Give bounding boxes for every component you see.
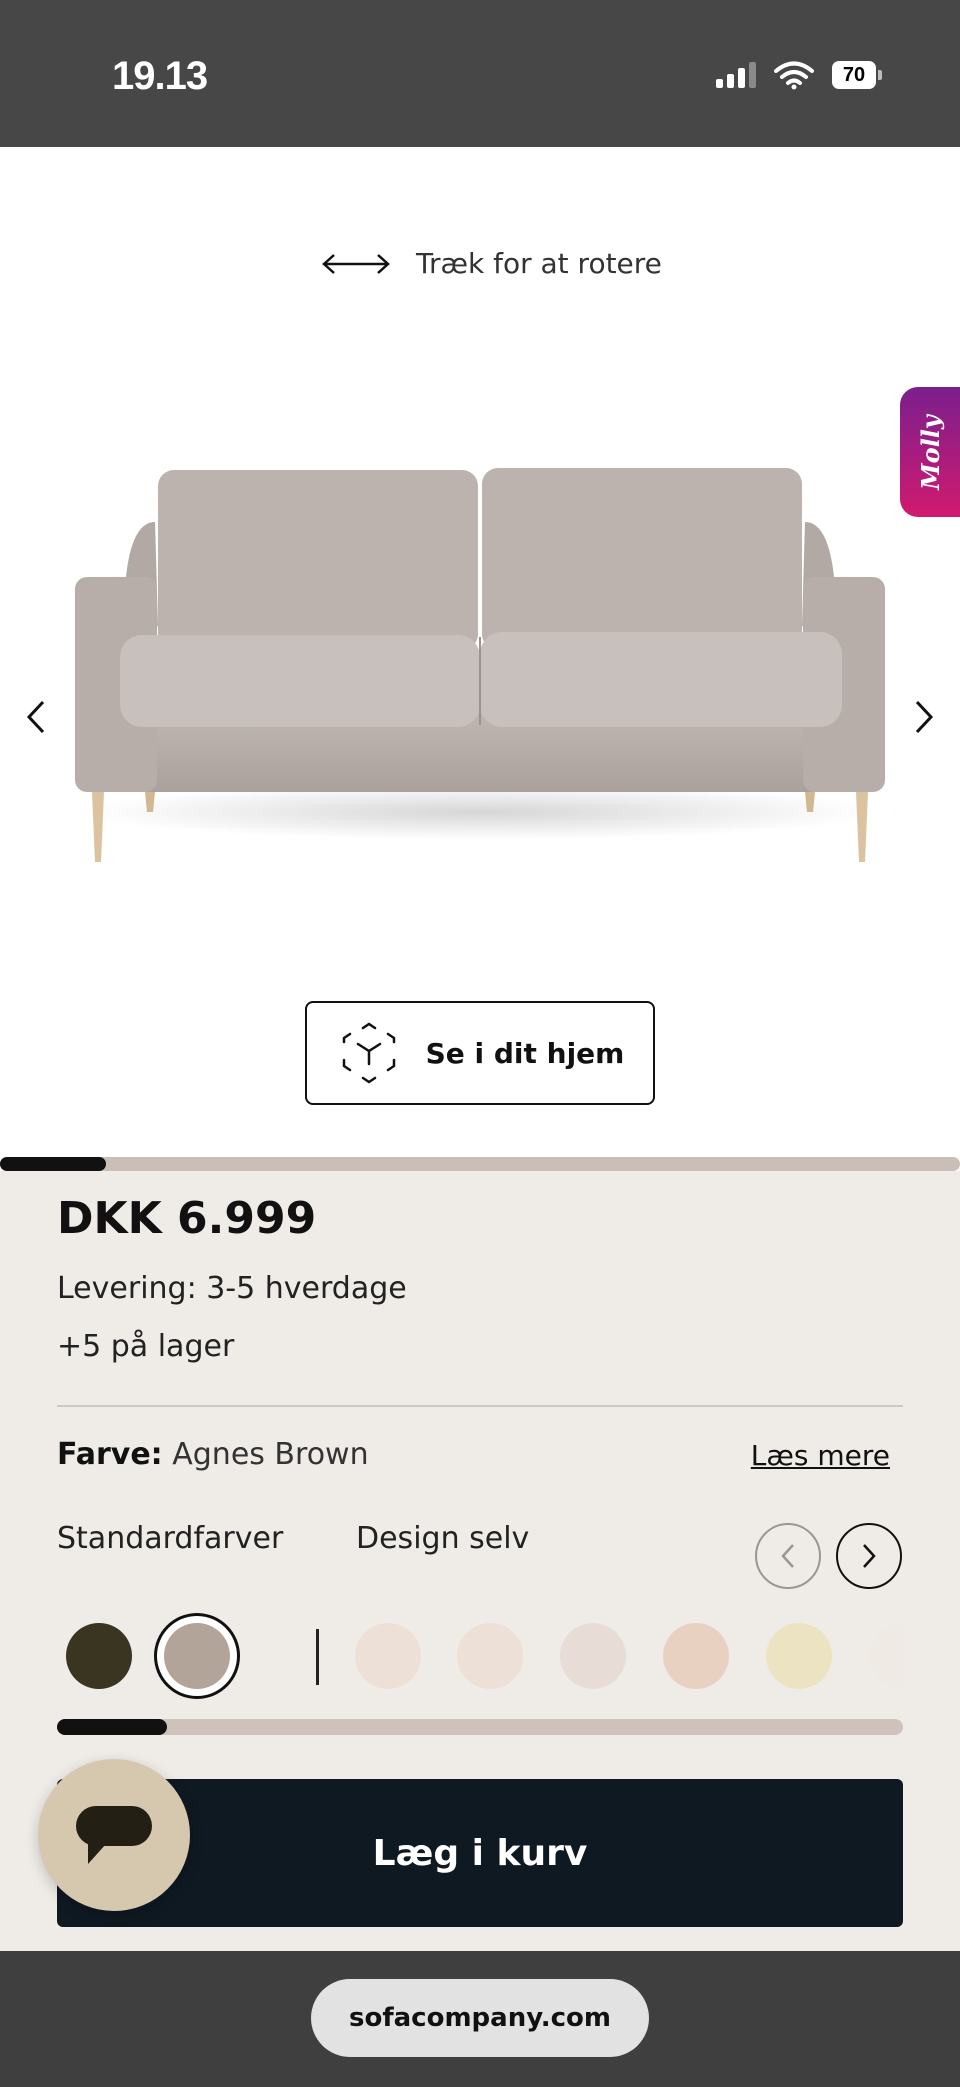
color-swatch[interactable] [457, 1623, 523, 1689]
wifi-icon [774, 61, 814, 90]
molly-chat-tab[interactable]: Molly [900, 387, 960, 517]
status-bar: 19.13 70 [0, 0, 960, 147]
selected-color-row: Farve: Agnes Brown [57, 1437, 369, 1472]
sofa-image [75, 468, 885, 862]
image-carousel-progress [0, 1157, 960, 1171]
divider [57, 1405, 903, 1407]
swatch-next-button[interactable] [836, 1523, 902, 1589]
chevron-left-icon [781, 1544, 794, 1568]
ar-view-label: Se i dit hjem [425, 1036, 625, 1070]
read-more-link[interactable]: Læs mere [751, 1439, 890, 1472]
swatch-separator [316, 1629, 319, 1685]
chat-bubble-icon [76, 1806, 152, 1864]
battery-icon: 70 [832, 61, 882, 89]
product-price: DKK 6.999 [57, 1193, 317, 1244]
chat-button[interactable] [38, 1759, 190, 1911]
color-label: Farve: [57, 1437, 163, 1472]
address-bar-url: sofacompany.com [348, 2003, 612, 2033]
rotate-hint-text: Træk for at rotere [416, 247, 662, 280]
color-swatch[interactable] [869, 1623, 903, 1689]
ar-cube-icon [342, 1022, 395, 1084]
add-to-cart-label: Læg i kurv [372, 1832, 588, 1874]
chevron-right-icon [915, 700, 934, 734]
swatch-scroll-progress [57, 1719, 903, 1735]
color-swatch[interactable] [66, 1623, 132, 1689]
image-carousel-progress-fill [0, 1157, 106, 1171]
previous-image-button[interactable] [16, 687, 56, 747]
color-swatch[interactable] [355, 1623, 421, 1689]
color-swatch[interactable] [663, 1623, 729, 1689]
color-swatch[interactable] [766, 1623, 832, 1689]
color-value: Agnes Brown [172, 1437, 369, 1472]
chevron-left-icon [26, 700, 45, 734]
color-swatches [57, 1611, 903, 1701]
swatch-prev-button[interactable] [755, 1523, 821, 1589]
stock-status: +5 på lager [57, 1329, 235, 1364]
ar-view-button[interactable]: Se i dit hjem [305, 1001, 655, 1105]
color-swatch[interactable] [164, 1623, 230, 1689]
address-bar[interactable]: sofacompany.com [311, 1979, 649, 2057]
next-image-button[interactable] [904, 687, 944, 747]
chevron-right-icon [863, 1544, 876, 1568]
molly-label: Molly [915, 414, 945, 490]
browser-bar: sofacompany.com [0, 1951, 960, 2087]
delivery-time: Levering: 3-5 hverdage [57, 1271, 407, 1306]
rotate-hint: Træk for at rotere [320, 247, 662, 280]
tab-design-yourself[interactable]: Design selv [356, 1521, 529, 1556]
product-viewer[interactable]: Træk for at rotere Molly Se i dit hjem [0, 147, 960, 1147]
cellular-signal-icon [716, 62, 756, 88]
rotate-arrows-icon [322, 253, 390, 274]
tab-standard-colors[interactable]: Standardfarver [57, 1521, 283, 1556]
color-swatch[interactable] [560, 1623, 626, 1689]
swatch-scroll-progress-fill [57, 1719, 167, 1735]
status-icons: 70 [716, 60, 882, 90]
status-time: 19.13 [112, 54, 208, 98]
